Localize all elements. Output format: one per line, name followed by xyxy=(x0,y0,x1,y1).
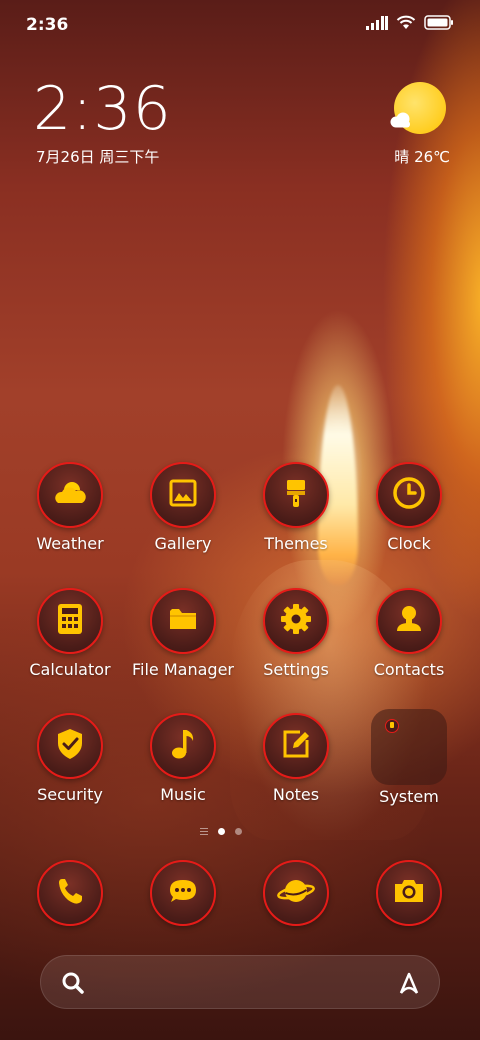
app-label: Calculator xyxy=(29,660,111,679)
app-label: Themes xyxy=(264,534,328,553)
folder-icon xyxy=(165,601,201,641)
dock-camera[interactable] xyxy=(349,860,469,926)
search-icon[interactable] xyxy=(59,969,87,1001)
folder-mini-app-icon xyxy=(385,719,399,733)
app-label: Contacts xyxy=(373,660,445,679)
app-gallery[interactable]: Gallery xyxy=(123,462,243,553)
app-label: System xyxy=(379,787,439,806)
weather-icon xyxy=(50,473,90,517)
page-indicator[interactable] xyxy=(200,828,242,835)
battery-icon xyxy=(424,15,454,34)
app-label: Music xyxy=(160,785,206,804)
status-bar: 2:36 xyxy=(0,0,480,50)
dock-phone[interactable] xyxy=(10,860,130,926)
app-label: Gallery xyxy=(154,534,212,553)
app-themes[interactable]: Themes xyxy=(236,462,356,553)
assistant-icon[interactable] xyxy=(395,969,423,1001)
weather-text: 晴 26℃ xyxy=(394,148,450,166)
app-security[interactable]: Security xyxy=(10,713,130,804)
dock-messages[interactable] xyxy=(123,860,243,926)
calculator-icon xyxy=(53,601,87,641)
camera-icon xyxy=(390,873,428,913)
notes-pencil-icon xyxy=(278,726,314,766)
wifi-icon xyxy=(396,15,416,34)
themes-brush-icon xyxy=(278,475,314,515)
phone-icon xyxy=(52,873,88,913)
page-dot[interactable] xyxy=(235,828,242,835)
app-label: Weather xyxy=(36,534,104,553)
message-icon xyxy=(164,873,202,913)
app-label: Notes xyxy=(272,785,320,804)
app-label: Security xyxy=(37,785,103,804)
app-contacts[interactable]: Contacts xyxy=(349,588,469,679)
shield-icon xyxy=(52,725,88,767)
gear-icon xyxy=(277,600,315,642)
app-system-folder[interactable]: System xyxy=(349,709,469,806)
cloud-icon xyxy=(388,112,414,132)
gallery-icon xyxy=(165,475,201,515)
clock-widget-date[interactable]: 7月26日 周三下午 xyxy=(36,146,159,167)
app-clock[interactable]: Clock xyxy=(349,462,469,553)
app-notes[interactable]: Notes xyxy=(236,713,356,804)
contact-icon xyxy=(390,600,428,642)
signal-icon xyxy=(366,15,388,34)
page-dot-active[interactable] xyxy=(218,828,225,835)
search-bar[interactable] xyxy=(40,955,440,1009)
folder-group-icon xyxy=(371,709,447,785)
home-screen: 2:36 2:36 7月26日 周三下午 晴 26℃ Weather Galle… xyxy=(0,0,480,1040)
clock-widget-time[interactable]: 2:36 xyxy=(33,74,172,144)
app-weather[interactable]: Weather xyxy=(10,462,130,553)
app-file-manager[interactable]: File Manager xyxy=(123,588,243,679)
weather-widget[interactable]: 晴 26℃ xyxy=(388,82,450,168)
status-icons xyxy=(366,15,454,34)
app-calculator[interactable]: Calculator xyxy=(10,588,130,679)
music-note-icon xyxy=(166,725,200,767)
clock-icon xyxy=(390,474,428,516)
browser-planet-icon xyxy=(276,873,316,913)
app-settings[interactable]: Settings xyxy=(236,588,356,679)
app-drawer-lines-icon[interactable] xyxy=(200,828,208,835)
app-music[interactable]: Music xyxy=(123,713,243,804)
app-label: Clock xyxy=(387,534,431,553)
status-time: 2:36 xyxy=(26,15,69,35)
app-label: File Manager xyxy=(132,660,234,679)
dock-browser[interactable] xyxy=(236,860,356,926)
app-label: Settings xyxy=(263,660,329,679)
